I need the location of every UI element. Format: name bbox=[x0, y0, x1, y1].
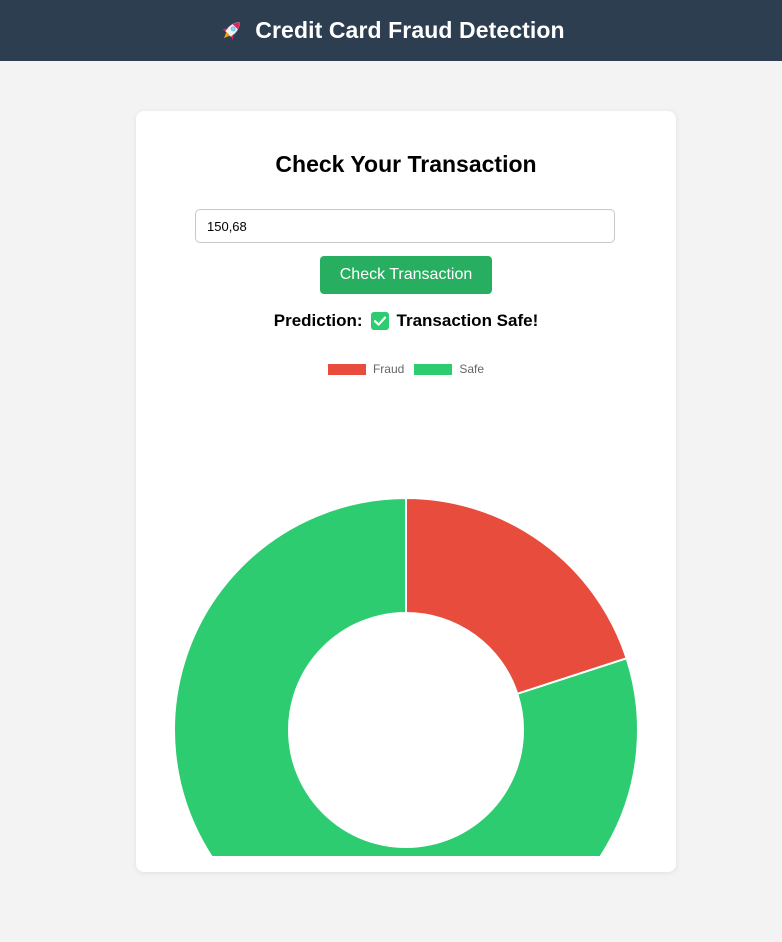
prediction-result: Prediction: Transaction Safe! bbox=[136, 311, 676, 331]
rocket-icon bbox=[222, 21, 241, 40]
prediction-label: Prediction: bbox=[273, 311, 363, 330]
legend-item-safe[interactable]: Safe bbox=[414, 362, 484, 376]
fraud-safe-chart: Fraud Safe bbox=[136, 356, 676, 856]
prediction-result-text: Transaction Safe! bbox=[396, 311, 539, 330]
check-mark-icon bbox=[370, 312, 389, 330]
legend-item-fraud[interactable]: Fraud bbox=[327, 362, 405, 376]
legend-label: Safe bbox=[459, 362, 485, 376]
donut-chart bbox=[173, 496, 639, 856]
transaction-card: Check Your Transaction Check Transaction… bbox=[136, 111, 676, 872]
donut-slice-safe[interactable] bbox=[173, 496, 639, 856]
transaction-input[interactable] bbox=[195, 209, 615, 243]
legend-swatch bbox=[327, 363, 366, 375]
legend-swatch bbox=[414, 363, 453, 375]
card-heading: Check Your Transaction bbox=[275, 151, 537, 177]
donut-slice-fraud[interactable] bbox=[405, 496, 628, 696]
chart-legend: Fraud Safe bbox=[136, 362, 676, 376]
legend-label: Fraud bbox=[372, 362, 405, 376]
check-transaction-button[interactable]: Check Transaction bbox=[320, 256, 492, 294]
app-header: Credit Card Fraud Detection bbox=[0, 0, 782, 61]
app-title: Credit Card Fraud Detection bbox=[255, 17, 565, 43]
